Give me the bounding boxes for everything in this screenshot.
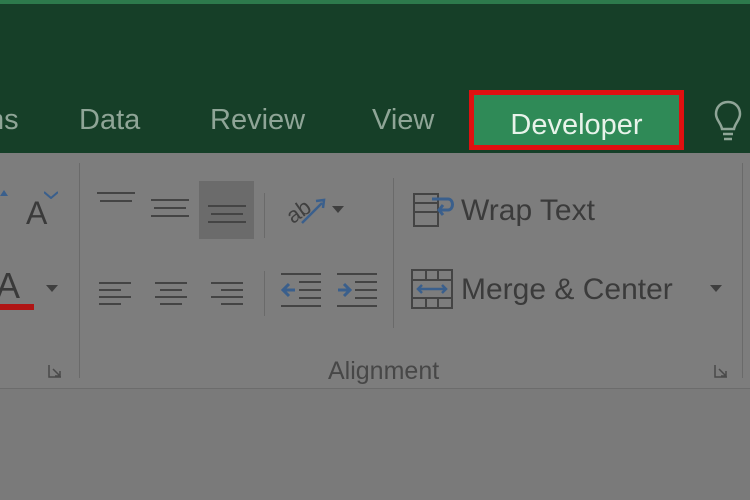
row-separator <box>264 271 265 316</box>
wrap-text-label: Wrap Text <box>461 194 595 227</box>
align-bottom-button[interactable] <box>199 181 254 239</box>
lightbulb-icon[interactable] <box>712 99 744 143</box>
group-separator <box>393 178 394 328</box>
align-bottom-icon <box>208 205 246 223</box>
tab-developer[interactable]: Developer <box>469 90 684 150</box>
tab-formulas[interactable]: ns <box>0 103 19 137</box>
font-color-dropdown-icon[interactable] <box>46 285 58 293</box>
tab-view[interactable]: View <box>372 103 434 137</box>
font-color-bar <box>0 304 34 310</box>
align-left-icon[interactable] <box>99 281 131 305</box>
svg-text:ab: ab <box>282 194 316 229</box>
row-separator <box>264 193 265 238</box>
align-middle-icon[interactable] <box>151 197 189 223</box>
font-grow-caret-icon <box>0 190 8 196</box>
group-separator <box>79 163 80 378</box>
orientation-icon[interactable]: ab <box>282 189 328 229</box>
alignment-group-label: Alignment <box>328 357 440 385</box>
wrap-text-icon <box>413 193 454 227</box>
orientation-dropdown-icon[interactable] <box>332 206 344 214</box>
decrease-indent-icon[interactable] <box>281 272 321 310</box>
tab-review[interactable]: Review <box>210 103 305 137</box>
tab-data[interactable]: Data <box>79 103 140 137</box>
group-separator <box>742 163 743 378</box>
ribbon-tabs: ns Data Review View Developer <box>0 85 750 153</box>
font-shrink-caret-icon <box>44 191 58 199</box>
font-dialog-launcher-icon[interactable] <box>48 364 62 378</box>
title-bar <box>0 0 750 85</box>
alignment-dialog-launcher-icon[interactable] <box>714 364 728 378</box>
align-center-icon[interactable] <box>155 281 187 305</box>
increase-indent-icon[interactable] <box>337 272 377 310</box>
align-top-icon[interactable] <box>97 191 135 211</box>
merge-center-button[interactable]: Merge & Center <box>410 268 730 314</box>
font-shrink-letter[interactable]: A <box>26 195 47 232</box>
merge-center-icon <box>411 269 453 309</box>
font-color-letter[interactable]: A <box>0 265 20 307</box>
ribbon-panel: A A ab Wrap Text Merge & Center Alignmen… <box>0 153 750 389</box>
merge-center-label: Merge & Center <box>461 273 673 306</box>
worksheet-area <box>0 389 750 500</box>
merge-center-dropdown-icon[interactable] <box>710 285 722 293</box>
wrap-text-button[interactable]: Wrap Text <box>410 188 610 233</box>
align-right-icon[interactable] <box>211 281 243 305</box>
